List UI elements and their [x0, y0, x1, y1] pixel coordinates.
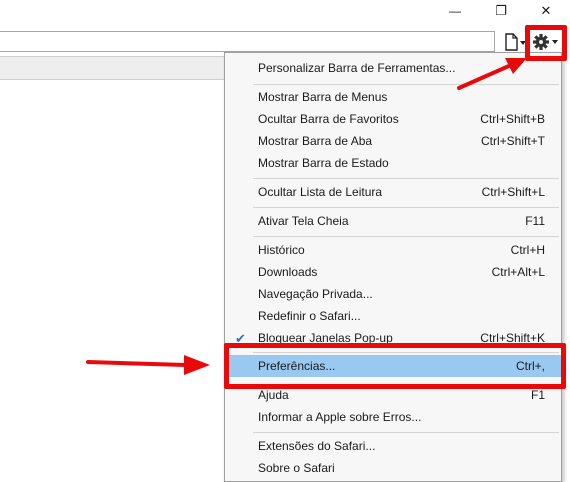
gear-highlight-box [525, 25, 567, 61]
menu-item-label: Ativar Tela Cheia [258, 214, 349, 228]
menu-item-shortcut: Ctrl+Shift+L [481, 185, 545, 199]
menu-separator [253, 178, 559, 179]
menu-item-label: Histórico [258, 243, 305, 257]
menu-item-shortcut: F11 [525, 214, 545, 228]
address-bar[interactable] [0, 31, 495, 52]
page-icon [505, 33, 526, 51]
menu-item-label: Sobre o Safari [258, 461, 335, 475]
menu-item-reset-safari[interactable]: Redefinir o Safari... [225, 305, 561, 327]
menu-item-shortcut: F1 [530, 388, 545, 402]
menu-item-report-bugs[interactable]: Informar a Apple sobre Erros... [225, 406, 561, 428]
close-icon: ✕ [540, 3, 552, 18]
restore-icon: ❐ [495, 3, 507, 18]
bookmarks-bar [0, 56, 224, 80]
menu-item-private-browsing[interactable]: Navegação Privada... [225, 283, 561, 305]
menu-item-label: Navegação Privada... [258, 287, 373, 301]
menu-item-hide-reading-list[interactable]: Ocultar Lista de Leitura Ctrl+Shift+L [225, 181, 561, 203]
restore-button[interactable]: ❐ [478, 0, 524, 22]
settings-menu: Personalizar Barra de Ferramentas... Mos… [224, 52, 562, 482]
menu-item-shortcut: Ctrl+Alt+L [491, 265, 545, 279]
menu-item-label: Downloads [258, 265, 318, 279]
menu-separator [253, 432, 559, 433]
close-window-button[interactable]: ✕ [523, 0, 569, 22]
menu-item-label: Redefinir o Safari... [258, 309, 361, 323]
menu-item-downloads[interactable]: Downloads Ctrl+Alt+L [225, 261, 561, 283]
menu-item-show-tab-bar[interactable]: Mostrar Barra de Aba Ctrl+Shift+T [225, 130, 561, 152]
menu-item-about-safari[interactable]: Sobre o Safari [225, 457, 561, 479]
menu-item-shortcut: Ctrl+Shift+B [480, 112, 545, 126]
menu-item-label: Mostrar Barra de Aba [258, 134, 373, 148]
menu-item-label: Informar a Apple sobre Erros... [258, 410, 422, 424]
menu-item-label: Ocultar Lista de Leitura [258, 185, 383, 199]
arrow-to-preferences-icon [86, 355, 210, 375]
menu-item-history[interactable]: Histórico Ctrl+H [225, 239, 561, 261]
menu-item-label: Ajuda [258, 388, 289, 402]
page-menu-button[interactable] [503, 32, 527, 52]
menu-item-label: Mostrar Barra de Menus [258, 90, 388, 104]
menu-item-safari-extensions[interactable]: Extensões do Safari... [225, 435, 561, 457]
title-bar: — ❐ ✕ [0, 0, 570, 26]
menu-item-label: Extensões do Safari... [258, 439, 376, 453]
menu-separator [253, 207, 559, 208]
menu-item-hide-favorites-bar[interactable]: Ocultar Barra de Favoritos Ctrl+Shift+B [225, 108, 561, 130]
preferences-highlight-box [224, 343, 566, 389]
menu-item-full-screen[interactable]: Ativar Tela Cheia F11 [225, 210, 561, 232]
menu-item-label: Mostrar Barra de Estado [258, 156, 389, 170]
minimize-button[interactable]: — [432, 0, 478, 22]
menu-item-label: Personalizar Barra de Ferramentas... [258, 61, 456, 75]
menu-item-shortcut: Ctrl+H [510, 243, 545, 257]
arrow-to-gear-icon [457, 58, 527, 90]
menu-item-label: Ocultar Barra de Favoritos [258, 112, 399, 126]
menu-item-show-status-bar[interactable]: Mostrar Barra de Estado [225, 152, 561, 174]
minimize-icon: — [449, 4, 461, 18]
menu-separator [253, 236, 559, 237]
menu-item-shortcut: Ctrl+Shift+T [480, 134, 545, 148]
